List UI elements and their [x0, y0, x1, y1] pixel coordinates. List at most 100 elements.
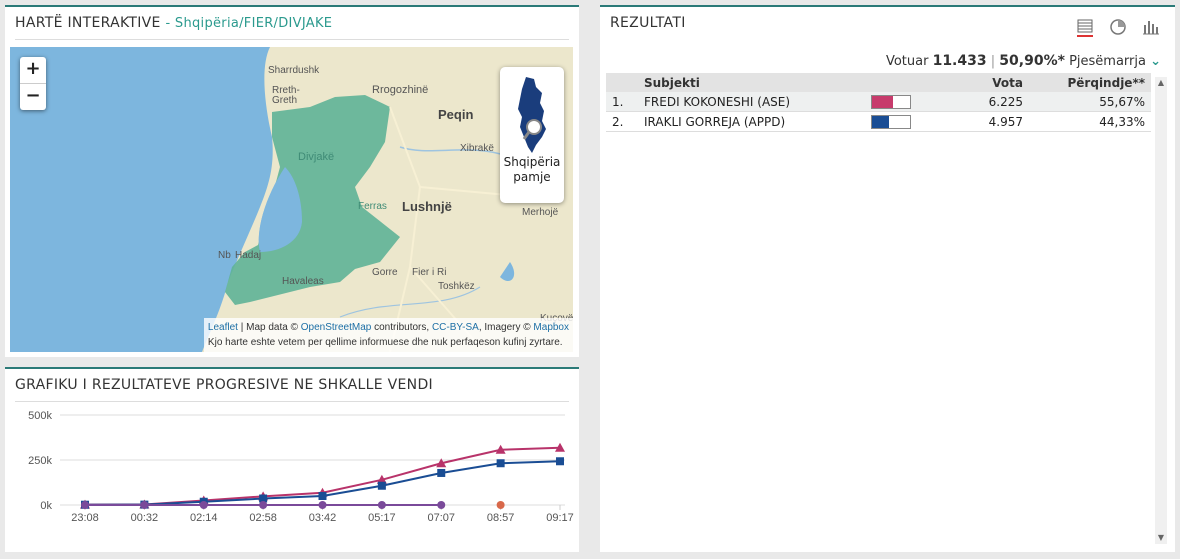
map-label-nb: Nb [218, 250, 231, 261]
results-table: Subjekti Vota Përqindje** 1. FREDI KOKON… [606, 73, 1151, 132]
x-tick-label: 08:57 [487, 512, 515, 524]
data-point [496, 459, 505, 468]
row-bar [865, 92, 937, 112]
pie-chart-icon[interactable] [1108, 17, 1128, 37]
x-tick-label: 09:17 [546, 512, 574, 524]
map-attribution: Leaflet | Map data © OpenStreetMap contr… [203, 318, 573, 352]
data-point [140, 501, 149, 509]
map-label-rrogozhine: Rrogozhinë [372, 84, 429, 96]
map-label-peqin: Peqin [438, 107, 474, 122]
row-rank: 2. [606, 111, 638, 132]
x-tick-label: 00:32 [131, 512, 159, 524]
col-subject[interactable]: Subjekti [638, 73, 865, 92]
map-label-lushnje: Lushnjë [402, 199, 452, 214]
map-label-greth: Greth [272, 95, 298, 106]
row-percent: 44,33% [1029, 111, 1151, 132]
turnout-value: 50,90%* [999, 53, 1065, 69]
row-name: FREDI KOKONESHI (ASE) [638, 92, 865, 112]
col-bar [865, 73, 937, 92]
x-tick-label: 03:42 [309, 512, 337, 524]
map-label-xibrake: Xibrakë [460, 143, 494, 154]
voted-label: Votuar [885, 54, 929, 69]
cc-link[interactable]: CC-BY-SA [432, 322, 479, 333]
minimap-label: Shqipëria pamje [500, 155, 564, 185]
map-label-divjake: Divjakë [298, 151, 335, 163]
attr-map-data: | Map data © [240, 322, 298, 333]
vote-share-fill [872, 95, 894, 108]
view-switcher [1067, 17, 1161, 41]
data-point [437, 468, 446, 477]
table-view-icon[interactable] [1075, 17, 1095, 37]
vote-share-bar [871, 114, 911, 129]
y-tick-label: 500k [28, 410, 52, 422]
zoom-control: + − [20, 57, 46, 110]
table-row[interactable]: 2. IRAKLI GORREJA (APPD) 4.957 44,33% [606, 111, 1151, 132]
progressive-results-chart[interactable]: 0k 250k 500k 23:08 00:32 02:14 02:58 03:42 05:17… [5, 405, 579, 555]
table-header: Subjekti Vota Përqindje** [606, 73, 1151, 92]
leaflet-link[interactable]: Leaflet [208, 322, 238, 333]
data-point [496, 501, 505, 509]
voted-value: 11.433 [932, 53, 987, 69]
row-bar [865, 111, 937, 132]
row-votes: 6.225 [937, 92, 1029, 112]
col-percent[interactable]: Përqindje** [1029, 73, 1151, 92]
map-label-merhoje: Merhojë [522, 207, 559, 218]
y-tick-label: 0k [40, 500, 52, 512]
minimap-label-line-1: Shqipëria [503, 155, 561, 169]
turnout-label: Pjesëmarrja [1069, 54, 1146, 69]
vote-share-fill [872, 115, 889, 128]
zoom-in-button[interactable]: + [20, 57, 46, 84]
x-tick-label: 02:14 [190, 512, 218, 524]
data-point [259, 501, 268, 509]
data-point [318, 501, 327, 509]
data-point [81, 501, 89, 509]
mapbox-link[interactable]: Mapbox [533, 322, 569, 333]
col-rank [606, 73, 638, 92]
map-breadcrumb[interactable]: - Shqipëria/FIER/DIVJAKE [165, 16, 332, 31]
interactive-map[interactable]: Sharrdushk Rreth- Greth Rrogozhinë Peqin… [10, 47, 573, 352]
map-label-hadaj: Hadaj [235, 250, 262, 261]
divider [15, 39, 569, 40]
data-point [437, 501, 446, 509]
map-disclaimer: Kjo harte eshte vetem per qellime inform… [207, 337, 563, 348]
chart-panel: GRAFIKU I REZULTATEVE PROGRESIVE NE SHKA… [5, 367, 579, 552]
albania-map-icon [518, 77, 546, 153]
col-votes[interactable]: Vota [937, 73, 1029, 92]
row-percent: 55,67% [1029, 92, 1151, 112]
separator: | [990, 54, 996, 69]
results-title: REZULTATI [610, 15, 686, 31]
osm-link[interactable]: OpenStreetMap [301, 322, 372, 333]
turnout-summary: Votuar 11.433 | 50,90%* Pjesëmarrja ⌄ [886, 53, 1161, 69]
map-panel-title: HARTË INTERAKTIVE - Shqipëria/FIER/DIVJA… [15, 15, 332, 31]
x-tick-label: 07:07 [427, 512, 455, 524]
minimap-label-line-2: pamje [513, 170, 551, 184]
chevron-down-icon[interactable]: ⌄ [1150, 54, 1161, 69]
scroll-up-icon[interactable]: ▲ [1155, 77, 1167, 89]
scroll-down-icon[interactable]: ▼ [1155, 532, 1167, 544]
chart-panel-title: GRAFIKU I REZULTATEVE PROGRESIVE NE SHKA… [15, 377, 433, 393]
albania-overview-button[interactable]: Shqipëria pamje [500, 67, 564, 203]
map-label-toshkez: Toshkëz [438, 281, 475, 292]
results-scrollbar[interactable]: ▲ ▼ [1155, 77, 1167, 544]
data-point [377, 501, 386, 509]
data-point [556, 457, 564, 466]
data-point [377, 481, 386, 490]
map-label-havaleas: Havaleas [282, 276, 324, 287]
row-votes: 4.957 [937, 111, 1029, 132]
data-point [318, 492, 327, 500]
bar-chart-icon[interactable] [1141, 17, 1161, 37]
attr-contributors: contributors, [374, 322, 430, 333]
vote-share-bar [871, 94, 911, 109]
map-panel: HARTË INTERAKTIVE - Shqipëria/FIER/DIVJA… [5, 5, 579, 357]
map-label-fier-i-ri: Fier i Ri [412, 267, 447, 278]
divider [15, 401, 569, 402]
map-title-text: HARTË INTERAKTIVE [15, 15, 161, 31]
results-panel: REZULTATI Votuar 11.433 | 50,90%* Pjesëm… [600, 5, 1175, 552]
table-row[interactable]: 1. FREDI KOKONESHI (ASE) 6.225 55,67% [606, 92, 1151, 112]
map-label-sharrdushk: Sharrdushk [268, 65, 320, 76]
zoom-out-button[interactable]: − [20, 84, 46, 110]
map-label-gorre: Gorre [372, 267, 398, 278]
x-tick-label: 23:08 [71, 512, 99, 524]
attr-imagery: , Imagery © [478, 322, 531, 333]
x-tick-label: 05:17 [368, 512, 396, 524]
